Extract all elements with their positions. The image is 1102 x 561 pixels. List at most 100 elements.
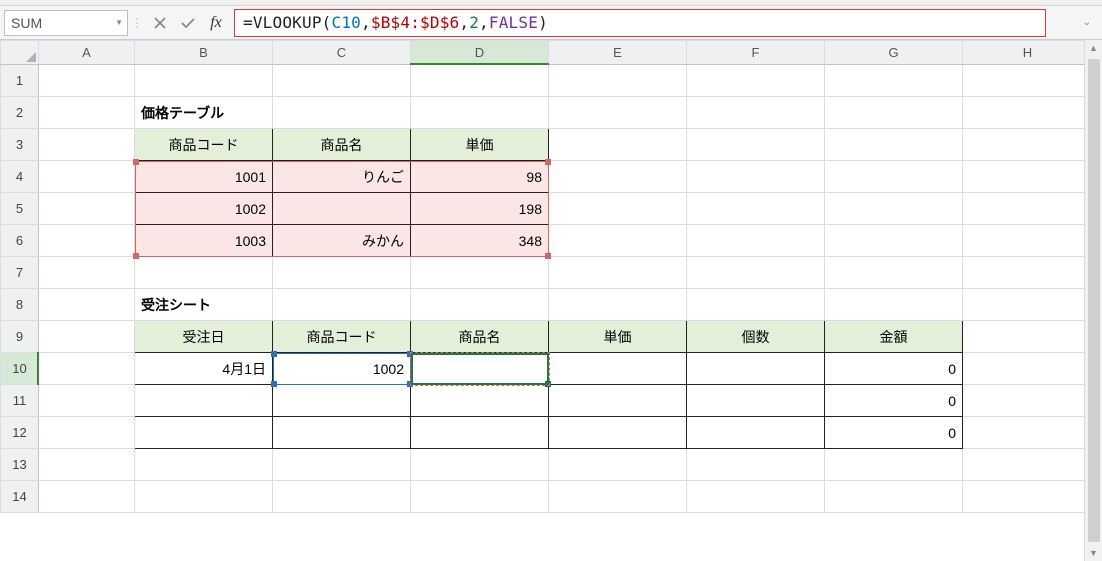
cell-A13[interactable] xyxy=(39,449,135,481)
col-header-D[interactable]: D xyxy=(411,41,549,65)
col-header-A[interactable]: A xyxy=(39,41,135,65)
cell-C7[interactable] xyxy=(273,257,411,289)
scroll-thumb[interactable] xyxy=(1088,59,1100,542)
cell-E14[interactable] xyxy=(549,481,687,513)
row-header-7[interactable]: 7 xyxy=(1,257,39,289)
cell-F14[interactable] xyxy=(687,481,825,513)
cell-E12[interactable] xyxy=(549,417,687,449)
cell-D12[interactable] xyxy=(411,417,549,449)
cell-H8[interactable] xyxy=(963,289,1093,321)
cell-B5[interactable]: 1002 xyxy=(135,193,273,225)
cell-C13[interactable] xyxy=(273,449,411,481)
cell-E7[interactable] xyxy=(549,257,687,289)
cell-F13[interactable] xyxy=(687,449,825,481)
cell-E3[interactable] xyxy=(549,129,687,161)
cell-F5[interactable] xyxy=(687,193,825,225)
cell-A11[interactable] xyxy=(39,385,135,417)
cell-H3[interactable] xyxy=(963,129,1093,161)
cell-B14[interactable] xyxy=(135,481,273,513)
cell-F6[interactable] xyxy=(687,225,825,257)
col-header-E[interactable]: E xyxy=(549,41,687,65)
row-header-11[interactable]: 11 xyxy=(1,385,39,417)
row-header-6[interactable]: 6 xyxy=(1,225,39,257)
cell-H14[interactable] xyxy=(963,481,1093,513)
cancel-button[interactable] xyxy=(146,10,174,36)
cell-H9[interactable] xyxy=(963,321,1093,353)
cell-D3[interactable]: 単価 xyxy=(411,129,549,161)
cell-H2[interactable] xyxy=(963,97,1093,129)
name-box[interactable]: SUM ▼ xyxy=(4,10,128,36)
cell-C10[interactable]: 1002 xyxy=(273,353,411,385)
confirm-button[interactable] xyxy=(174,10,202,36)
row-header-4[interactable]: 4 xyxy=(1,161,39,193)
cell-C3[interactable]: 商品名 xyxy=(273,129,411,161)
col-header-H[interactable]: H xyxy=(963,41,1093,65)
cell-E1[interactable] xyxy=(549,65,687,97)
cell-B11[interactable] xyxy=(135,385,273,417)
row-header-8[interactable]: 8 xyxy=(1,289,39,321)
cell-D4[interactable]: 98 xyxy=(411,161,549,193)
cell-B13[interactable] xyxy=(135,449,273,481)
cell-H4[interactable] xyxy=(963,161,1093,193)
cell-B6[interactable]: 1003 xyxy=(135,225,273,257)
cell-D9[interactable]: 商品名 xyxy=(411,321,549,353)
cell-B8[interactable]: 受注シート xyxy=(135,289,273,321)
cell-C12[interactable] xyxy=(273,417,411,449)
cell-G13[interactable] xyxy=(825,449,963,481)
col-header-F[interactable]: F xyxy=(687,41,825,65)
cell-E2[interactable] xyxy=(549,97,687,129)
col-header-C[interactable]: C xyxy=(273,41,411,65)
cell-E8[interactable] xyxy=(549,289,687,321)
cell-E5[interactable] xyxy=(549,193,687,225)
cell-D2[interactable] xyxy=(411,97,549,129)
cell-D13[interactable] xyxy=(411,449,549,481)
cell-B3[interactable]: 商品コード xyxy=(135,129,273,161)
cell-F7[interactable] xyxy=(687,257,825,289)
cell-G6[interactable] xyxy=(825,225,963,257)
cell-B7[interactable] xyxy=(135,257,273,289)
cell-D10[interactable] xyxy=(411,353,549,385)
name-box-dropdown-icon[interactable]: ▼ xyxy=(115,18,123,27)
cell-B4[interactable]: 1001 xyxy=(135,161,273,193)
cell-A2[interactable] xyxy=(39,97,135,129)
row-header-13[interactable]: 13 xyxy=(1,449,39,481)
cell-C8[interactable] xyxy=(273,289,411,321)
cell-B10[interactable]: 4月1日 xyxy=(135,353,273,385)
formula-input[interactable]: =VLOOKUP(C10,$B$4:$D$6,2,FALSE) xyxy=(234,9,1046,37)
cell-D7[interactable] xyxy=(411,257,549,289)
scroll-up-icon[interactable]: ▲ xyxy=(1089,43,1098,53)
cell-D5[interactable]: 198 xyxy=(411,193,549,225)
cell-A1[interactable] xyxy=(39,65,135,97)
cell-A4[interactable] xyxy=(39,161,135,193)
cell-B2[interactable]: 価格テーブル xyxy=(135,97,273,129)
cell-E4[interactable] xyxy=(549,161,687,193)
cell-F12[interactable] xyxy=(687,417,825,449)
fx-icon[interactable]: fx xyxy=(202,14,230,32)
cell-C11[interactable] xyxy=(273,385,411,417)
cell-F3[interactable] xyxy=(687,129,825,161)
cell-H13[interactable] xyxy=(963,449,1093,481)
cell-G10[interactable]: 0 xyxy=(825,353,963,385)
col-header-G[interactable]: G xyxy=(825,41,963,65)
row-header-1[interactable]: 1 xyxy=(1,65,39,97)
cell-H5[interactable] xyxy=(963,193,1093,225)
cell-B9[interactable]: 受注日 xyxy=(135,321,273,353)
cell-E9[interactable]: 単価 xyxy=(549,321,687,353)
cell-G5[interactable] xyxy=(825,193,963,225)
cell-D8[interactable] xyxy=(411,289,549,321)
cell-C4[interactable]: りんご xyxy=(273,161,411,193)
cell-G12[interactable]: 0 xyxy=(825,417,963,449)
cell-A6[interactable] xyxy=(39,225,135,257)
cell-H11[interactable] xyxy=(963,385,1093,417)
cell-F10[interactable] xyxy=(687,353,825,385)
row-header-5[interactable]: 5 xyxy=(1,193,39,225)
cell-G14[interactable] xyxy=(825,481,963,513)
cell-F2[interactable] xyxy=(687,97,825,129)
cell-H7[interactable] xyxy=(963,257,1093,289)
cell-C5[interactable] xyxy=(273,193,411,225)
cell-D6[interactable]: 348 xyxy=(411,225,549,257)
cell-F4[interactable] xyxy=(687,161,825,193)
vertical-scrollbar[interactable]: ▲ ▼ xyxy=(1084,40,1102,561)
cell-C1[interactable] xyxy=(273,65,411,97)
formula-expand-icon[interactable]: ⌄ xyxy=(1074,17,1100,28)
